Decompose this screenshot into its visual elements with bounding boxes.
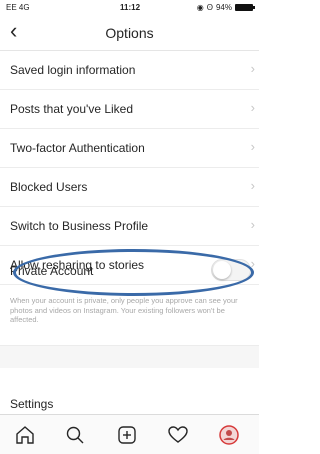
home-icon[interactable] (14, 424, 36, 446)
settings-heading: Settings (10, 397, 54, 411)
heart-icon[interactable] (167, 424, 189, 446)
toggle-knob (213, 261, 231, 279)
bluetooth-icon: ʘ (206, 3, 213, 12)
chevron-right-icon: › (250, 100, 255, 115)
row-label: Blocked Users (10, 180, 88, 194)
profile-avatar-icon[interactable] (218, 424, 240, 446)
page-title: Options (105, 25, 154, 41)
row-label: Saved login information (10, 63, 136, 77)
options-header: ‹ Options (0, 14, 259, 51)
row-posts-liked[interactable]: Posts that you've Liked › (0, 90, 259, 129)
chevron-right-icon: › (250, 61, 255, 76)
row-label: Switch to Business Profile (10, 219, 149, 233)
section-divider (0, 345, 259, 368)
row-saved-login-information[interactable]: Saved login information › (0, 51, 259, 90)
private-account-description: When your account is private, only peopl… (10, 296, 238, 324)
row-label: Posts that you've Liked (10, 102, 134, 116)
search-icon[interactable] (64, 424, 86, 446)
battery-percent: 94% (215, 3, 232, 12)
status-right: ◉ ʘ 94% (196, 3, 255, 12)
chevron-right-icon: › (250, 217, 255, 232)
chevron-right-icon: › (250, 139, 255, 154)
private-account-toggle[interactable] (211, 259, 251, 281)
row-blocked-users[interactable]: Blocked Users › (0, 168, 259, 207)
alarm-icon: ◉ (196, 3, 204, 12)
row-two-factor-authentication[interactable]: Two-factor Authentication › (0, 129, 259, 168)
row-private-account: Private Account (0, 254, 259, 292)
carrier-label: EE 4G (6, 3, 30, 12)
row-label: Two-factor Authentication (10, 141, 145, 155)
row-label: Private Account (10, 264, 94, 278)
chevron-right-icon: › (250, 178, 255, 193)
row-switch-business-profile[interactable]: Switch to Business Profile › (0, 207, 259, 246)
clock-time: 11:12 (120, 3, 141, 12)
battery-icon (235, 4, 255, 11)
add-post-icon[interactable] (116, 424, 138, 446)
status-bar: EE 4G 11:12 ◉ ʘ 94% (0, 0, 259, 14)
bottom-tab-bar (0, 414, 259, 454)
